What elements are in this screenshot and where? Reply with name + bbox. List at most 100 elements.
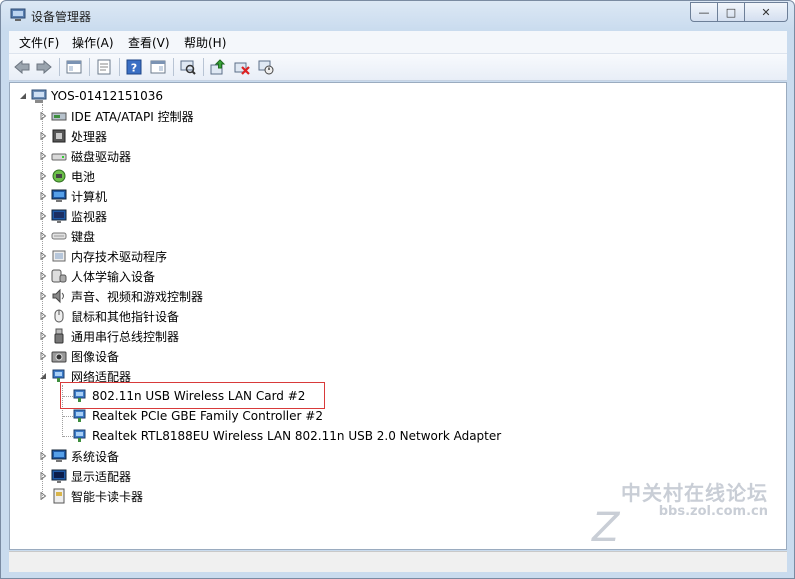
expand-arrow-icon[interactable] — [38, 452, 47, 461]
tree-item[interactable]: 显示适配器 — [38, 467, 131, 485]
category-label: 通用串行总线控制器 — [71, 329, 180, 344]
category-label: 人体学输入设备 — [71, 269, 156, 284]
disk-drive-icon — [51, 153, 67, 161]
tree-item[interactable]: 磁盘驱动器 — [38, 147, 131, 165]
tree-item[interactable]: 人体学输入设备 — [38, 267, 155, 285]
expand-arrow-icon[interactable] — [38, 172, 47, 181]
expand-arrow-icon[interactable] — [38, 292, 47, 301]
expand-arrow-icon[interactable] — [38, 492, 47, 501]
console-tree-icon[interactable] — [65, 58, 83, 76]
device-manager-window: 设备管理器 — □ ✕ 文件(F) 操作(A) 查看(V) 帮助(H) ? YO… — [0, 0, 795, 579]
processor-icon — [52, 129, 66, 143]
expand-arrow-icon[interactable] — [38, 332, 47, 341]
expand-arrow-icon[interactable] — [38, 232, 47, 241]
display-adapter-icon — [51, 469, 67, 483]
disable-device-icon[interactable] — [257, 58, 275, 76]
window-title: 设备管理器 — [31, 10, 92, 24]
category-label: 显示适配器 — [71, 469, 132, 484]
update-driver-icon[interactable] — [209, 58, 227, 76]
view-pane-icon[interactable] — [149, 58, 167, 76]
scan-hardware-icon[interactable] — [179, 58, 197, 76]
back-arrow-icon[interactable] — [13, 58, 31, 76]
forward-arrow-icon[interactable] — [35, 58, 53, 76]
expand-arrow-icon[interactable] — [38, 112, 47, 121]
category-label: 图像设备 — [71, 349, 120, 364]
expand-arrow-icon[interactable] — [38, 152, 47, 161]
highlight-annotation-box — [60, 382, 325, 409]
window-controls: — □ ✕ — [690, 2, 788, 22]
mouse-icon — [54, 309, 64, 323]
imaging-icon — [51, 351, 67, 363]
category-label: 监视器 — [71, 209, 108, 224]
root-label: YOS-01412151036 — [51, 89, 164, 103]
computer-icon — [31, 89, 47, 103]
computer-icon — [51, 189, 67, 202]
toolbar-separator — [59, 58, 60, 76]
properties-icon[interactable] — [95, 58, 113, 76]
monitor-icon — [51, 209, 67, 223]
tree-item[interactable]: 通用串行总线控制器 — [38, 327, 179, 345]
collapse-arrow-icon[interactable] — [18, 92, 27, 101]
category-label: 计算机 — [71, 189, 108, 204]
uninstall-icon[interactable] — [233, 58, 251, 76]
watermark-sub: bbs.zol.com.cn — [658, 504, 768, 519]
system-devices-icon — [51, 449, 67, 462]
network-device-item[interactable]: Realtek RTL8188EU Wireless LAN 802.11n U… — [72, 427, 501, 445]
tree-item[interactable]: 键盘 — [38, 227, 95, 245]
tree-item[interactable]: 图像设备 — [38, 347, 119, 365]
tree-item[interactable]: IDE ATA/ATAPI 控制器 — [38, 107, 194, 125]
battery-icon — [52, 169, 66, 183]
category-label: 智能卡读卡器 — [71, 489, 144, 504]
tree-item[interactable]: 计算机 — [38, 187, 107, 205]
tree-item[interactable]: 声音、视频和游戏控制器 — [38, 287, 203, 305]
title-bar[interactable]: 设备管理器 — □ ✕ — [1, 1, 794, 29]
watermark: 中关村在线论坛 bbs.zol.com.cn — [621, 477, 768, 519]
expand-arrow-icon[interactable] — [38, 192, 47, 201]
category-label: IDE ATA/ATAPI 控制器 — [71, 109, 194, 124]
hid-icon — [51, 269, 67, 283]
usb-icon — [54, 328, 64, 344]
tree-root[interactable]: YOS-01412151036 — [18, 87, 163, 105]
maximize-button[interactable]: □ — [718, 2, 745, 22]
watermark-main: 中关村在线论坛 — [621, 481, 768, 505]
category-label: 电池 — [71, 169, 96, 184]
network-adapter-icon — [73, 409, 86, 422]
tree-item[interactable]: 内存技术驱动程序 — [38, 247, 167, 265]
collapse-arrow-icon[interactable] — [38, 372, 47, 381]
device-manager-app-icon — [10, 8, 26, 21]
sound-icon — [52, 288, 64, 304]
category-label: 鼠标和其他指针设备 — [71, 309, 180, 324]
help-icon[interactable]: ? — [125, 58, 143, 76]
network-device-item[interactable]: Realtek PCIe GBE Family Controller #2 — [72, 407, 323, 425]
category-label: 处理器 — [71, 129, 108, 144]
minimize-button[interactable]: — — [690, 2, 718, 22]
expand-arrow-icon[interactable] — [38, 212, 47, 221]
expand-arrow-icon[interactable] — [38, 272, 47, 281]
menu-help[interactable]: 帮助(H) — [184, 34, 226, 51]
category-label: 磁盘驱动器 — [71, 149, 132, 164]
category-label: 系统设备 — [71, 449, 120, 464]
category-label: 键盘 — [71, 229, 96, 244]
toolbar-separator — [203, 58, 204, 76]
expand-arrow-icon[interactable] — [38, 352, 47, 361]
device-tree[interactable]: YOS-01412151036 IDE ATA/ATAPI 控制器 处理器 磁盘… — [9, 82, 787, 550]
tree-item[interactable]: 监视器 — [38, 207, 107, 225]
tree-item[interactable]: 处理器 — [38, 127, 107, 145]
expand-arrow-icon[interactable] — [38, 312, 47, 321]
toolbar-separator — [173, 58, 174, 76]
close-button[interactable]: ✕ — [745, 2, 788, 22]
expand-arrow-icon[interactable] — [38, 252, 47, 261]
tree-item[interactable]: 鼠标和其他指针设备 — [38, 307, 179, 325]
tree-item[interactable]: 智能卡读卡器 — [38, 487, 143, 505]
menu-file[interactable]: 文件(F) — [19, 34, 59, 51]
smart-card-reader-icon — [53, 488, 65, 504]
tree-item[interactable]: 电池 — [38, 167, 95, 185]
expand-arrow-icon[interactable] — [38, 132, 47, 141]
menu-view[interactable]: 查看(V) — [128, 34, 170, 51]
toolbar: ? — [9, 54, 787, 81]
toolbar-separator — [89, 58, 90, 76]
toolbar-separator — [119, 58, 120, 76]
tree-item[interactable]: 系统设备 — [38, 447, 119, 465]
expand-arrow-icon[interactable] — [38, 472, 47, 481]
menu-action[interactable]: 操作(A) — [72, 34, 114, 51]
